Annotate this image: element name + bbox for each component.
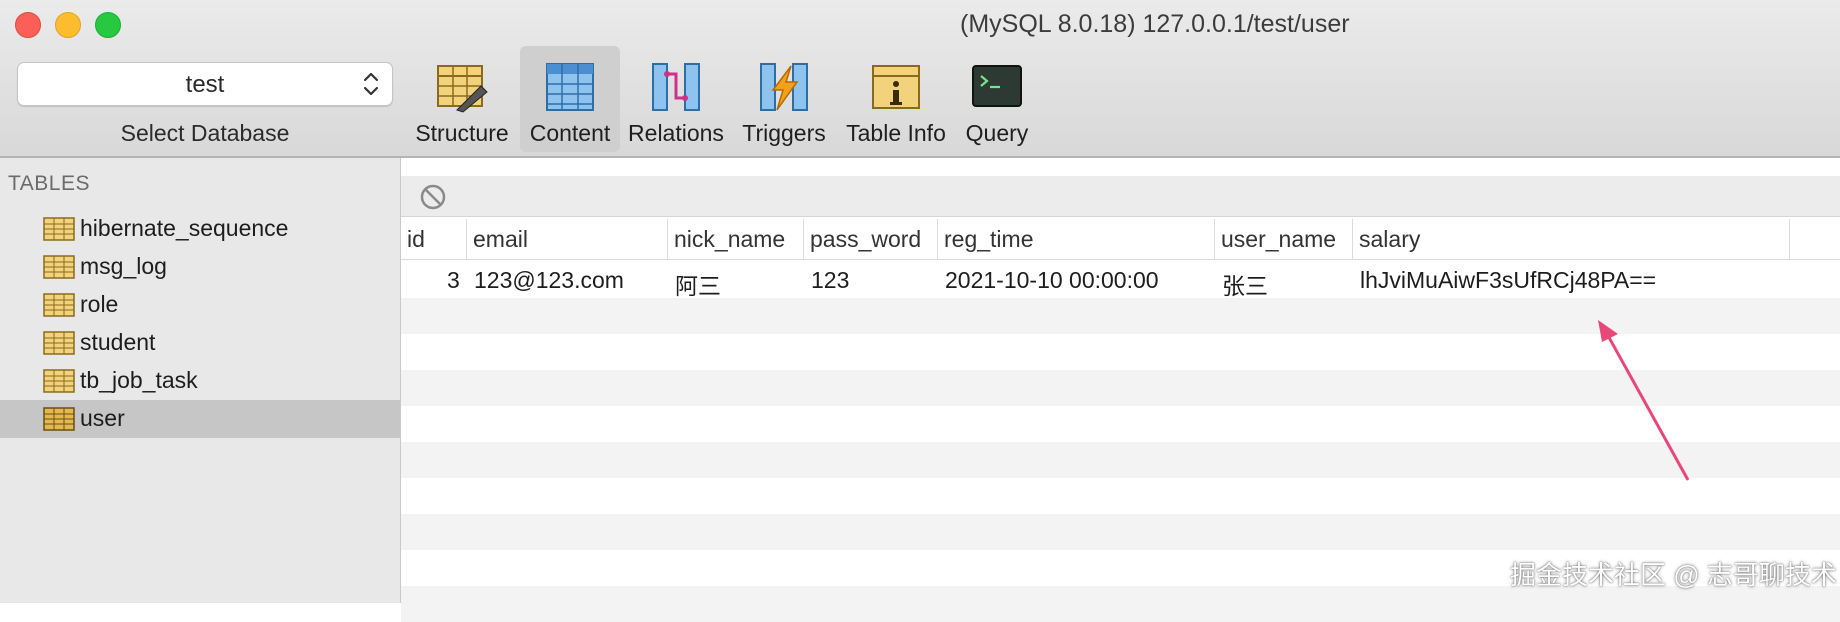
sidebar-item-tb-job-task[interactable]: tb_job_task [0, 362, 400, 400]
sidebar-item-label: student [80, 329, 156, 355]
table-icon [43, 407, 75, 431]
tab-table-info-label: Table Info [846, 120, 946, 146]
no-filter-icon[interactable] [419, 183, 447, 211]
tab-query-label: Query [965, 120, 1029, 146]
column-header-reg-time[interactable]: reg_time [938, 219, 1215, 259]
database-select[interactable]: test [17, 62, 393, 106]
column-header-salary[interactable]: salary [1353, 219, 1790, 259]
cell-id[interactable]: 3 [447, 267, 460, 294]
zoom-window-button[interactable] [95, 12, 121, 38]
watermark: 掘金技术社区 @ 志哥聊技术 [1510, 560, 1837, 590]
tables-sidebar: TABLES hibernate_sequence msg_log role s… [0, 158, 401, 603]
tab-relations-label: Relations [628, 120, 724, 146]
query-icon [972, 65, 1022, 107]
table-icon [43, 255, 75, 279]
tab-structure-label: Structure [415, 120, 509, 146]
cell-user-name[interactable]: 张三 [1222, 267, 1268, 301]
sidebar-item-label: msg_log [80, 253, 167, 279]
minimize-window-button[interactable] [55, 12, 81, 38]
grid-header: id email nick_name pass_word reg_time us… [401, 219, 1840, 260]
window-toolbar: (MySQL 8.0.18) 127.0.0.1/test/user test … [0, 0, 1840, 158]
sidebar-item-label: tb_job_task [80, 367, 198, 393]
triggers-icon [760, 63, 808, 111]
tab-structure[interactable]: Structure [410, 46, 514, 152]
column-header-user-name[interactable]: user_name [1215, 219, 1353, 259]
sidebar-item-label: role [80, 291, 119, 317]
tab-triggers-label: Triggers [742, 120, 826, 146]
database-select-value: test [185, 71, 225, 98]
tables-heading: TABLES [8, 172, 90, 195]
column-header-id[interactable]: id [401, 219, 467, 259]
tab-content[interactable]: Content [520, 46, 620, 152]
window-title: (MySQL 8.0.18) 127.0.0.1/test/user [960, 10, 1350, 38]
relations-icon [652, 63, 700, 111]
filter-bar [401, 176, 1840, 217]
table-row[interactable]: 3 123@123.com 阿三 123 2021-10-10 00:00:00… [401, 262, 1840, 301]
sidebar-item-hibernate-sequence[interactable]: hibernate_sequence [0, 210, 400, 248]
table-icon [43, 331, 75, 355]
select-database-label: Select Database [120, 120, 290, 146]
column-header-email[interactable]: email [467, 219, 668, 259]
sidebar-item-msg-log[interactable]: msg_log [0, 248, 400, 286]
cell-nick-name[interactable]: 阿三 [675, 267, 721, 301]
annotation-arrow-icon [1598, 320, 1690, 481]
content-icon [546, 63, 594, 111]
cell-salary[interactable]: lhJviMuAiwF3sUfRCj48PA== [1360, 267, 1656, 294]
tab-content-label: Content [529, 120, 611, 146]
empty-row [401, 514, 1840, 550]
close-window-button[interactable] [15, 12, 41, 38]
cell-pass-word[interactable]: 123 [811, 267, 849, 294]
cell-email[interactable]: 123@123.com [474, 267, 624, 294]
table-icon [43, 369, 75, 393]
column-header-pass-word[interactable]: pass_word [804, 219, 938, 259]
tab-table-info[interactable]: Table Info [840, 46, 952, 152]
table-info-icon [872, 65, 920, 109]
column-header-nick-name[interactable]: nick_name [668, 219, 804, 259]
sidebar-item-label: user [80, 405, 125, 431]
structure-icon [437, 65, 488, 113]
tab-query[interactable]: Query [958, 46, 1036, 152]
tab-relations[interactable]: Relations [624, 46, 728, 152]
table-icon [43, 217, 75, 241]
sidebar-item-role[interactable]: role [0, 286, 400, 324]
sidebar-item-label: hibernate_sequence [80, 215, 289, 241]
cell-reg-time[interactable]: 2021-10-10 00:00:00 [945, 267, 1159, 294]
sidebar-item-user[interactable]: user [0, 400, 400, 438]
sidebar-item-student[interactable]: student [0, 324, 400, 362]
table-icon [43, 293, 75, 317]
tab-triggers[interactable]: Triggers [734, 46, 834, 152]
chevron-up-down-icon [363, 72, 379, 96]
